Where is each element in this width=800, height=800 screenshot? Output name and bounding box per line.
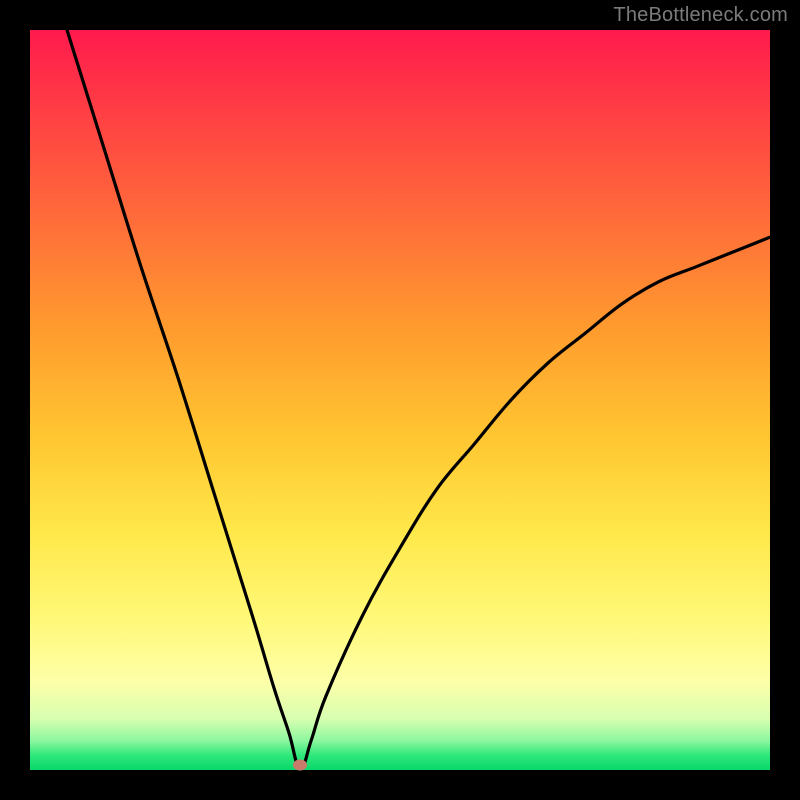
minimum-marker <box>293 759 307 770</box>
watermark-text: TheBottleneck.com <box>613 4 788 27</box>
chart-frame: TheBottleneck.com <box>0 0 800 800</box>
plot-area <box>30 30 770 770</box>
bottleneck-curve <box>30 30 770 770</box>
